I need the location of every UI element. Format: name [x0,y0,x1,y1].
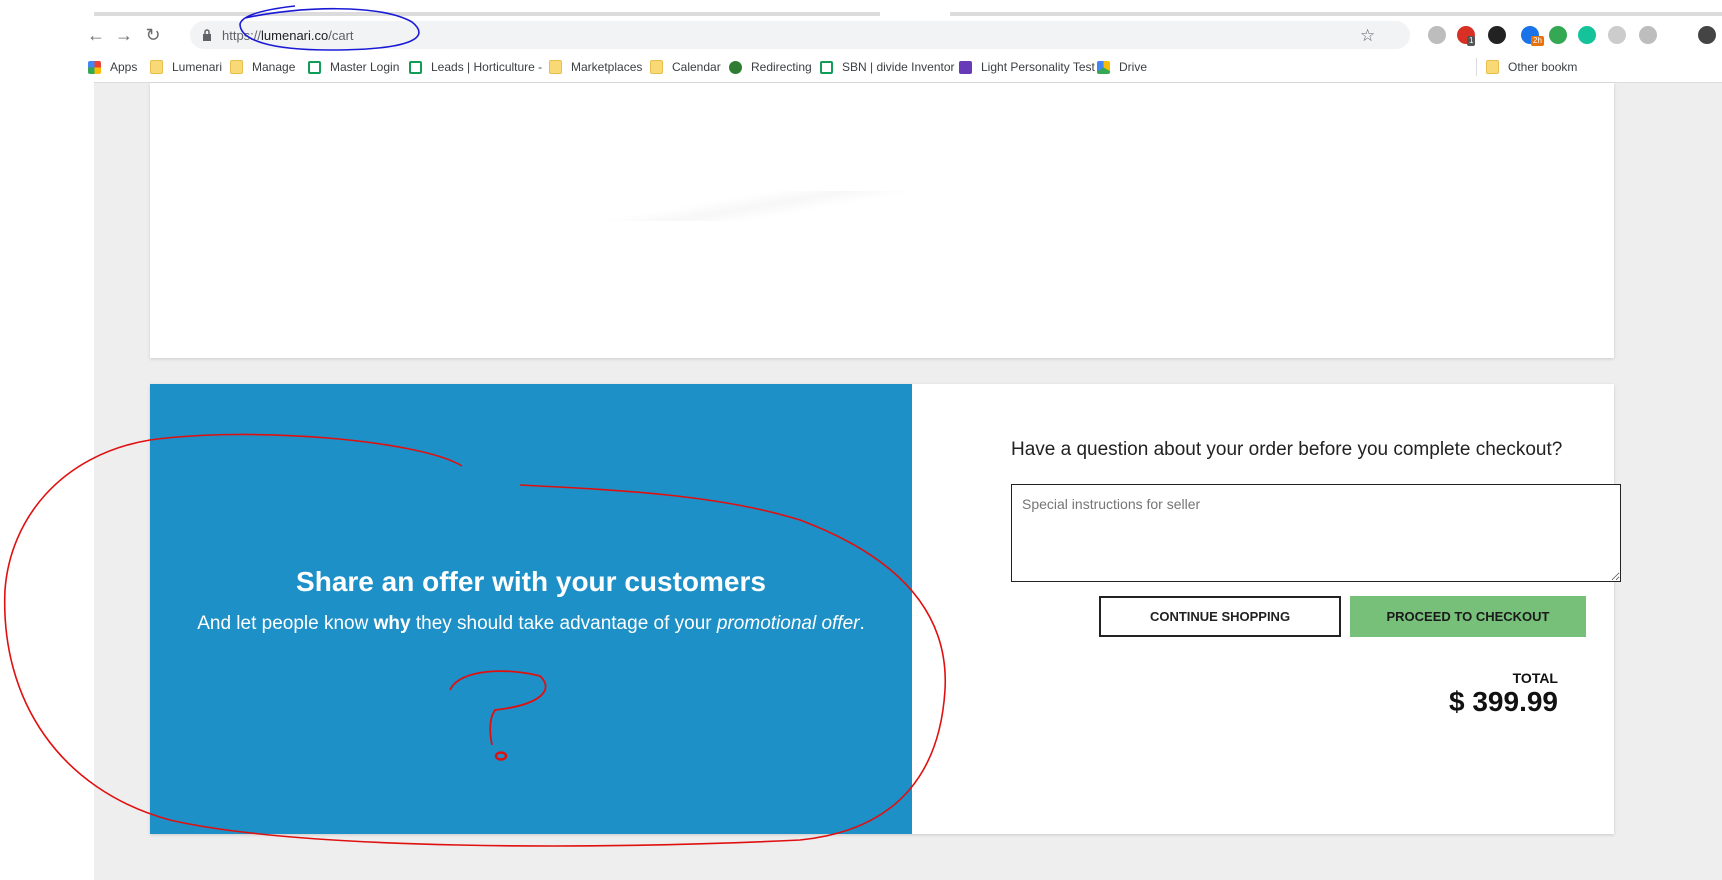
folder-icon [150,60,163,74]
drive-icon[interactable] [1549,26,1567,44]
cart-items-card [150,83,1614,358]
forms-icon [959,60,972,74]
bookmark-label: Light Personality Test [981,60,1095,74]
special-instructions-field[interactable] [1011,484,1621,582]
bookmark-label: Calendar [672,60,721,74]
bookmark-other-bookm[interactable]: Other bookm [1486,58,1577,76]
cloud-icon[interactable] [1428,26,1446,44]
bookmark-label: Apps [110,60,138,74]
grammarly-icon[interactable] [1578,26,1596,44]
apps-grid-icon [88,60,101,74]
forward-icon[interactable]: → [113,24,135,46]
address-bar[interactable]: https://lumenari.co/cart ☆ [190,21,1410,49]
arrow-icon[interactable] [1488,26,1506,44]
folder-icon [650,60,663,74]
bookmark-star-icon[interactable]: ☆ [1360,26,1375,46]
folder-icon [1486,60,1499,74]
proceed-to-checkout-button[interactable]: PROCEED TO CHECKOUT [1350,596,1586,637]
lock-icon [203,29,211,41]
total-label: TOTAL [1512,670,1558,686]
bookmark-drive[interactable]: Drive [1097,58,1147,76]
bookmarks-separator [1476,58,1477,76]
redirect-icon [729,60,742,74]
bookmark-light-personality-test[interactable]: Light Personality Test [959,58,1095,76]
bookmark-label: SBN | divide Inventor [842,60,955,74]
bookmark-label: Marketplaces [571,60,643,74]
bookmark-leads-horticulture[interactable]: Leads | Horticulture - [409,58,542,76]
checkout-panel: Have a question about your order before … [912,384,1621,834]
cart-page: Share an offer with your customers And l… [94,83,1722,880]
bookmarks-bar: Apps Lumenari Manage Master Login Leads | Ho… [88,52,1722,83]
bookmark-label: Other bookm [1508,60,1578,74]
sheets-icon [820,60,833,74]
bookmark-label: Leads | Horticulture - [431,60,543,74]
sheets-icon [308,60,321,74]
profile-avatar[interactable] [1698,26,1716,44]
upwork-icon[interactable] [1639,26,1657,44]
promo-banner: Share an offer with your customers And l… [150,384,912,834]
reload-icon[interactable]: ↻ [142,24,164,46]
browser-toolbar: ← → ↻ https://lumenari.co/cart ☆ 1 2h [87,18,1722,52]
bookmark-sbn-divide-inventor[interactable]: SBN | divide Inventor [820,58,955,76]
bookmark-master-login[interactable]: Master Login [308,58,399,76]
extension-badge: 1 [1467,36,1476,46]
bookmark-label: Manage [252,60,296,74]
extension-badge: 2h [1531,36,1544,46]
bookmark-lumenari[interactable]: Lumenari [150,58,222,76]
calendar-icon[interactable]: 2h [1521,26,1544,46]
promo-title: Share an offer with your customers [296,566,766,597]
promo-text: And let people know why they should take… [197,613,865,634]
bookmark-label: Master Login [330,60,400,74]
bookmark-redirecting[interactable]: Redirecting [729,58,812,76]
sheets-icon [409,60,422,74]
tab-strip [94,12,1722,16]
bookmark-manage[interactable]: Manage [230,58,295,76]
bookmark-apps[interactable]: Apps [88,58,137,76]
bookmark-calendar[interactable]: Calendar [650,58,721,76]
order-question: Have a question about your order before … [1011,439,1563,460]
folder-icon [230,60,243,74]
bookmark-marketplaces[interactable]: Marketplaces [549,58,642,76]
bookmark-label: Lumenari [172,60,223,74]
bookmark-label: Redirecting [751,60,812,74]
extension-icon[interactable] [1608,26,1626,44]
cart-summary-card: Share an offer with your customers And l… [150,384,1621,834]
folder-icon [549,60,562,74]
back-icon[interactable]: ← [85,24,107,46]
bookmark-label: Drive [1119,60,1148,74]
drive-icon [1097,60,1110,74]
continue-shopping-button[interactable]: CONTINUE SHOPPING [1099,596,1341,637]
page-margin [0,0,94,880]
adblock-icon[interactable]: 1 [1457,26,1476,46]
url-text: https://lumenari.co/cart [222,28,354,43]
total-value: $ 399.99 [1449,686,1558,717]
